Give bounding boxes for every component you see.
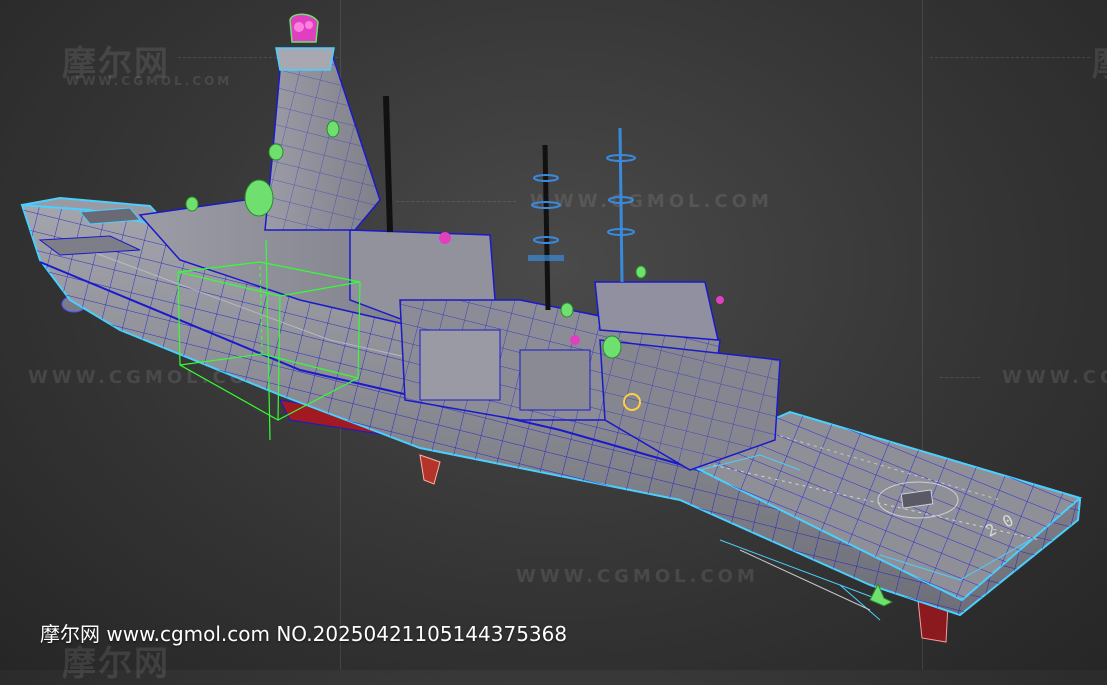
3d-viewport: 摩尔网 WWW.CGMOL.COM 摩尔网 摩尔网 WWW.CGMOL.COM … <box>0 0 1107 684</box>
bridge-tower <box>264 13 381 231</box>
frigate-wireframe-model <box>20 13 1083 643</box>
image-caption: 摩尔网 www.cgmol.com NO.2025042110514437536… <box>40 622 568 646</box>
